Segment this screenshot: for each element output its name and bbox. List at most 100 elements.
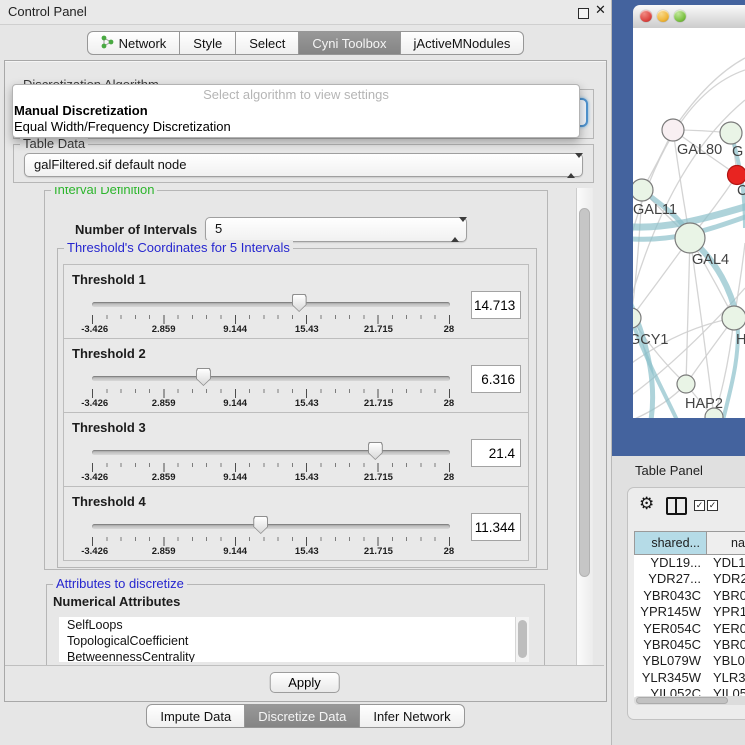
table-row[interactable]: YBR043CYBR043C — [634, 588, 745, 604]
dropdown-item[interactable]: Equal Width/Frequency Discretization — [13, 119, 579, 135]
table-row[interactable]: YER054CYER054C — [634, 621, 745, 637]
tab-impute-data[interactable]: Impute Data — [146, 704, 245, 728]
tab-label: Infer Network — [373, 709, 450, 724]
network-node-g[interactable] — [720, 122, 742, 144]
slider-ticks — [92, 389, 450, 398]
split-panel-icon[interactable] — [666, 497, 687, 515]
attributes-list[interactable]: SelfLoopsTopologicalCoefficientBetweenne… — [59, 617, 529, 662]
slider-track[interactable] — [92, 302, 450, 307]
number-of-intervals-label: Number of Intervals — [75, 222, 197, 237]
list-item[interactable]: BetweennessCentrality — [59, 649, 529, 662]
list-item[interactable]: SelfLoops — [59, 617, 529, 633]
tab-network[interactable]: Network — [87, 31, 181, 55]
slider-thumb[interactable] — [253, 516, 268, 534]
table-data-group: Table Data galFiltered.sif default node — [13, 144, 594, 183]
tab-label: Discretize Data — [258, 709, 346, 724]
tab-label: Cyni Toolbox — [312, 36, 386, 51]
minimize-traffic-icon[interactable] — [657, 10, 669, 22]
threshold-label: Threshold 3 — [72, 420, 146, 435]
network-node-gal4[interactable] — [675, 223, 705, 253]
table-data-combobox[interactable]: galFiltered.sif default node — [24, 153, 583, 177]
threshold-value-input[interactable] — [471, 439, 521, 467]
slider-track[interactable] — [92, 376, 450, 381]
network-node-hap2[interactable] — [677, 375, 695, 393]
close-icon[interactable]: ✕ — [595, 2, 606, 18]
network-icon — [101, 35, 114, 52]
tab-cyni-toolbox[interactable]: Cyni Toolbox — [299, 31, 400, 55]
network-node-gal80[interactable] — [662, 119, 684, 141]
network-node-gal11[interactable] — [633, 179, 653, 201]
slider-thumb[interactable] — [292, 294, 307, 312]
table-row[interactable]: YDL19...YDL19... — [634, 555, 745, 571]
float-window-icon[interactable] — [578, 8, 589, 19]
cell-shared-name: YLR345W — [634, 670, 707, 686]
cell-name: YBL079W — [707, 653, 745, 669]
table-row[interactable]: YPR145WYPR145W — [634, 604, 745, 620]
table-row[interactable]: YLR345WYLR345W — [634, 670, 745, 686]
threshold-value-input[interactable] — [471, 291, 521, 319]
list-item[interactable]: TopologicalCoefficient — [59, 633, 529, 649]
tab-jactivemnodules[interactable]: jActiveMNodules — [401, 31, 525, 55]
cell-name: YBR043C — [707, 588, 745, 604]
network-node-c[interactable] — [728, 166, 745, 185]
tab-discretize-data[interactable]: Discretize Data — [245, 704, 360, 728]
list-scrollbar[interactable] — [515, 617, 529, 662]
dropdown-item[interactable]: Manual Discretization — [13, 103, 579, 119]
attributes-items: SelfLoopsTopologicalCoefficientBetweenne… — [59, 617, 529, 662]
slider-ticks — [92, 315, 450, 324]
table-hscrollbar[interactable] — [634, 696, 745, 705]
tab-infer-network[interactable]: Infer Network — [360, 704, 464, 728]
scrollbar-thumb[interactable] — [636, 697, 728, 704]
apply-button[interactable]: Apply — [269, 672, 340, 693]
threshold-slider[interactable]: -3.4262.8599.14415.4321.71528 — [92, 366, 450, 412]
threshold-value-field[interactable] — [471, 513, 521, 541]
scrollbar-thumb[interactable] — [579, 208, 590, 577]
panel-title: Control Panel — [8, 4, 87, 19]
checkbox-icon[interactable]: ✓ — [694, 500, 705, 511]
scrollbar-thumb[interactable] — [518, 620, 527, 658]
threshold-label: Threshold 1 — [72, 272, 146, 287]
threshold-slider[interactable]: -3.4262.8599.14415.4321.71528 — [92, 292, 450, 338]
threshold-value-input[interactable] — [471, 513, 521, 541]
application-window: Control Panel ✕ NetworkStyleSelect Cyni T… — [0, 0, 745, 745]
cell-shared-name: YDR27... — [634, 571, 707, 587]
threshold-slider[interactable]: -3.4262.8599.14415.4321.71528 — [92, 440, 450, 486]
threshold-rows: Threshold 1 -3.4262.8599.14415.4321.7152… — [63, 265, 529, 561]
node-label: GAL4 — [692, 252, 729, 268]
column-header[interactable]: shared... — [634, 531, 707, 555]
close-traffic-icon[interactable] — [640, 10, 652, 22]
network-node-h[interactable] — [722, 306, 745, 330]
table-row[interactable]: YDR27...YDR27... — [634, 571, 745, 587]
top-tab-bar: NetworkStyleSelect Cyni Toolbox jActiveMNo… — [0, 31, 611, 55]
threshold-value-field[interactable] — [471, 291, 521, 319]
threshold-row: Threshold 1 -3.4262.8599.14415.4321.7152… — [63, 264, 529, 339]
network-window-titlebar[interactable] — [633, 5, 745, 29]
table-row[interactable]: YBL079WYBL079W — [634, 653, 745, 669]
table-row[interactable]: YBR045CYBR045C — [634, 637, 745, 653]
number-of-intervals-combobox[interactable]: 5 — [205, 217, 467, 242]
network-edge[interactable] — [686, 238, 690, 384]
control-panel: Control Panel ✕ NetworkStyleSelect Cyni T… — [0, 0, 612, 745]
threshold-slider[interactable]: -3.4262.8599.14415.4321.71528 — [92, 514, 450, 560]
control-panel-titlebar: Control Panel ✕ — [0, 0, 611, 25]
zoom-traffic-icon[interactable] — [674, 10, 686, 22]
slider-thumb[interactable] — [196, 368, 211, 386]
panel-scrollbar[interactable] — [576, 188, 593, 665]
settings-gear-icon[interactable]: ⚙ — [639, 494, 654, 514]
threshold-value-input[interactable] — [471, 365, 521, 393]
slider-track[interactable] — [92, 524, 450, 529]
threshold-value-field[interactable] — [471, 365, 521, 393]
column-header[interactable]: name — [707, 531, 745, 555]
threshold-value-field[interactable] — [471, 439, 521, 467]
slider-track[interactable] — [92, 450, 450, 455]
group-title: Attributes to discretize — [53, 576, 187, 591]
tab-select[interactable]: Select — [236, 31, 299, 55]
table-header-row: shared...name — [634, 531, 745, 555]
tab-style[interactable]: Style — [180, 31, 236, 55]
node-label: C — [737, 183, 745, 199]
network-canvas[interactable]: GAL80GCGAL11GAL4GCY1HHAP2 — [633, 28, 745, 418]
checkbox-icon[interactable]: ✓ — [707, 500, 718, 511]
slider-thumb[interactable] — [368, 442, 383, 460]
threshold-label: Threshold 2 — [72, 346, 146, 361]
attribute-table[interactable]: shared...name YDL19...YDL19...YDR27...YD… — [634, 531, 745, 697]
